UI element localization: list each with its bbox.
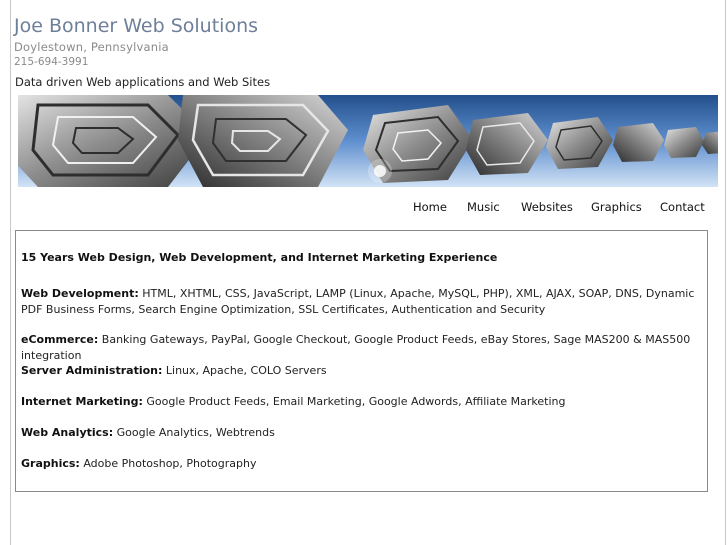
skill-text: Google Product Feeds, Email Marketing, G…	[142, 395, 566, 408]
skill-text: Google Analytics, Webtrends	[113, 426, 275, 439]
site-tagline: Data driven Web applications and Web Sit…	[15, 75, 271, 89]
skill-label: Server Administration:	[21, 364, 163, 377]
skill-internet-marketing: Internet Marketing: Google Product Feeds…	[21, 394, 701, 410]
page: Joe Bonner Web Solutions Doylestown, Pen…	[0, 0, 727, 545]
skill-text: Adobe Photoshop, Photography	[79, 457, 257, 470]
banner-image	[18, 95, 718, 187]
site-location: Doylestown, Pennsylvania	[14, 40, 169, 54]
skill-label: Graphics:	[21, 457, 80, 470]
skill-label: Web Analytics:	[21, 426, 114, 439]
main-nav: Home Music Websites Graphics Contact	[0, 200, 727, 216]
skill-server-administration: Server Administration: Linux, Apache, CO…	[21, 363, 701, 379]
skill-text: Banking Gateways, PayPal, Google Checkou…	[21, 333, 691, 362]
abstract-metal-cubes-banner-icon	[18, 95, 718, 187]
nav-item-contact[interactable]: Contact	[660, 200, 705, 214]
skill-web-development: Web Development: HTML, XHTML, CSS, JavaS…	[21, 286, 701, 317]
nav-item-home[interactable]: Home	[413, 200, 447, 214]
skill-label: Web Development:	[21, 287, 139, 300]
site-title[interactable]: Joe Bonner Web Solutions	[14, 15, 258, 37]
skill-web-analytics: Web Analytics: Google Analytics, Webtren…	[21, 425, 701, 441]
skill-text: Linux, Apache, COLO Servers	[162, 364, 327, 377]
skill-label: eCommerce:	[21, 333, 99, 346]
site-phone: 215-694-3991	[14, 56, 89, 68]
experience-headline: 15 Years Web Design, Web Development, an…	[21, 251, 498, 264]
skill-ecommerce: eCommerce: Banking Gateways, PayPal, Goo…	[21, 332, 701, 363]
skill-graphics: Graphics: Adobe Photoshop, Photography	[21, 456, 701, 472]
content-box: 15 Years Web Design, Web Development, an…	[15, 230, 708, 492]
nav-item-websites[interactable]: Websites	[521, 200, 573, 214]
nav-item-graphics[interactable]: Graphics	[591, 200, 642, 214]
skill-label: Internet Marketing:	[21, 395, 143, 408]
nav-item-music[interactable]: Music	[467, 200, 500, 214]
